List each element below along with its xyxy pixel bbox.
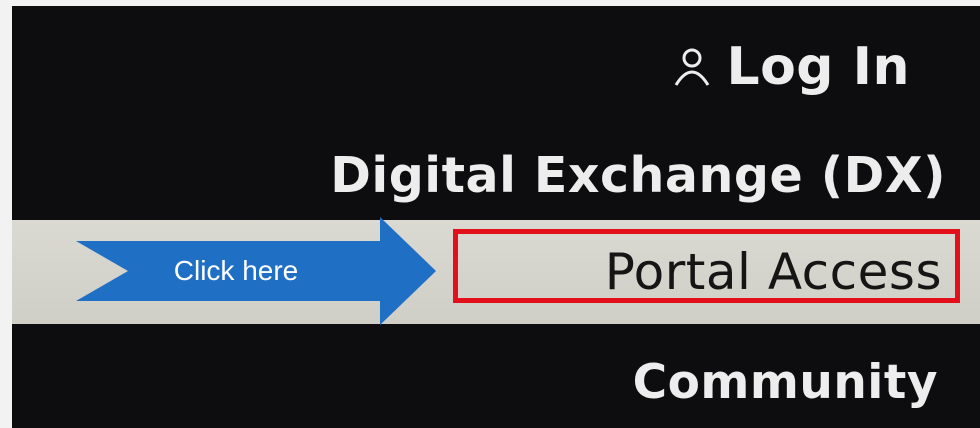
login-label: Log In (726, 37, 910, 97)
arrow-label: Click here (173, 255, 299, 286)
community-link[interactable]: Community (12, 342, 980, 422)
login-link[interactable]: Log In (12, 26, 980, 108)
click-here-arrow: Click here (76, 217, 436, 325)
portal-access-label: Portal Access (604, 243, 942, 301)
user-icon (675, 48, 710, 86)
digital-exchange-link[interactable]: Digital Exchange (DX) (12, 134, 980, 216)
digital-exchange-label: Digital Exchange (DX) (330, 146, 946, 204)
community-label: Community (632, 354, 938, 410)
